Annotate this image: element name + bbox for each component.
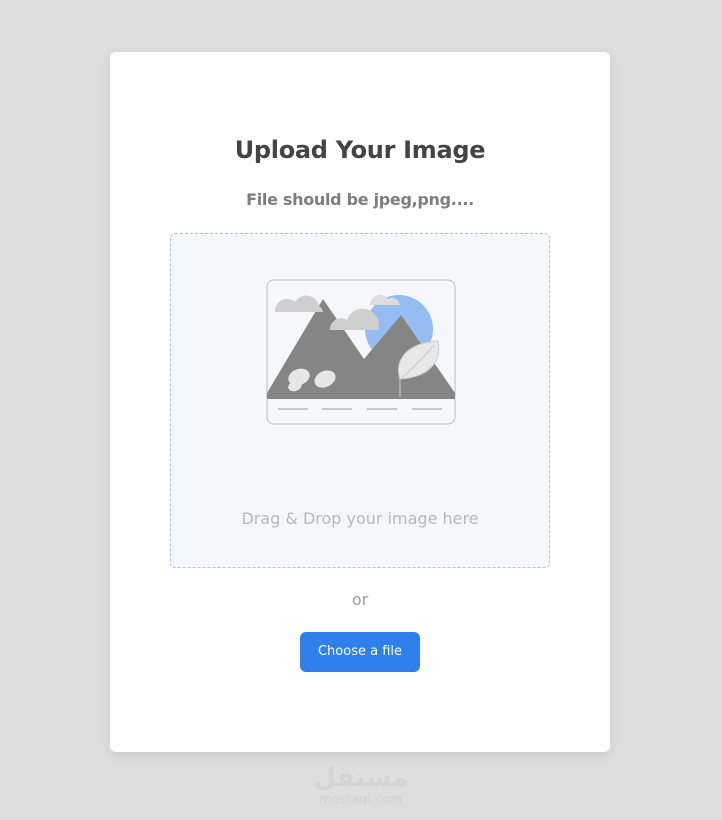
image-placeholder-icon — [266, 279, 456, 425]
watermark-logo-text: مستقل — [313, 763, 409, 793]
file-type-hint: File should be jpeg,png.... — [246, 190, 474, 209]
drop-zone-label: Drag & Drop your image here — [241, 509, 479, 528]
page-title: Upload Your Image — [234, 136, 486, 164]
or-separator: or — [351, 590, 369, 609]
watermark-url: mostaqi.com — [319, 792, 403, 806]
upload-card: Upload Your Image File should be jpeg,pn… — [110, 52, 610, 752]
choose-file-button[interactable]: Choose a file — [300, 632, 420, 672]
drop-zone[interactable]: Drag & Drop your image here — [170, 233, 550, 568]
watermark: مستقل mostaqi.com — [0, 764, 722, 806]
